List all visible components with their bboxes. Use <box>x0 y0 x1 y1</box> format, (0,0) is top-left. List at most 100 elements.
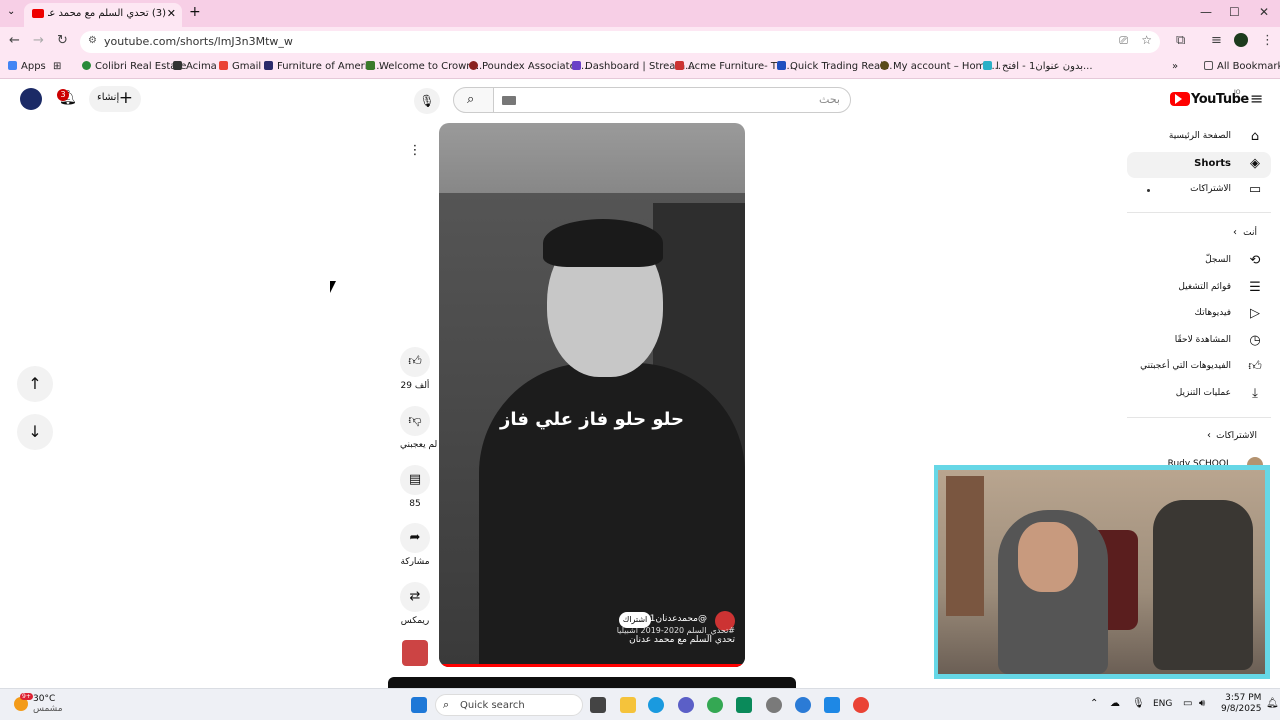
like-action[interactable]: 👍︎ 29 ألف <box>400 347 430 391</box>
remix-action[interactable]: ⇄ ريمكس <box>400 582 430 626</box>
site-info-icon[interactable]: ⚙ <box>88 35 97 46</box>
sidebar-item-history[interactable]: السجلّ ⟲ <box>1127 249 1271 275</box>
tab-close-icon[interactable]: ✕ <box>167 7 176 20</box>
webcam-door <box>946 476 984 616</box>
bookmark-apps[interactable]: Apps <box>8 61 46 72</box>
url-text: youtube.com/shorts/lmJ3n3Mtw_w <box>104 35 293 48</box>
create-button[interactable]: إنشاء + <box>89 86 141 112</box>
shorts-player[interactable]: حلو حلو فاز علي فاز اشتراك @محمدعدنان1 #… <box>439 123 745 667</box>
comment-count: 85 <box>409 499 421 509</box>
share-action[interactable]: ➦ مشاركة <box>400 523 430 567</box>
clock-date: 9/8/2025 <box>1221 704 1262 714</box>
sidebar-item-home[interactable]: الصفحة الرئيسية ⌂ <box>1127 125 1271 151</box>
tab-search-icon[interactable]: ⌄ <box>7 6 15 17</box>
weather-widget[interactable]: 30°C مشمس <box>33 694 63 714</box>
guide-menu-icon[interactable]: ≡ <box>1250 89 1263 108</box>
account-avatar[interactable] <box>20 88 42 110</box>
your-videos-icon: ▷ <box>1250 306 1260 321</box>
discord-icon[interactable] <box>678 697 694 713</box>
sidebar-item-playlists[interactable]: قوائم التشغيل ☰ <box>1127 276 1271 302</box>
maximize-icon[interactable]: ☐ <box>1229 5 1240 19</box>
video-caption: حلو حلو فاز علي فاز <box>500 409 684 430</box>
bookmark-item[interactable]: Furniture of Americ... <box>264 61 383 72</box>
dislike-action[interactable]: 👎︎ لم يعجبني <box>400 406 438 450</box>
bookmark-item[interactable]: Colibri Real Estate <box>82 61 186 72</box>
sidebar-item-watch-later[interactable]: المشاهدة لاحقًا ◷ <box>1127 329 1271 355</box>
video-title[interactable]: تحدي السلم مع محمد عدنان <box>629 635 735 645</box>
address-bar[interactable]: ⚙ youtube.com/shorts/lmJ3n3Mtw_w ⎚ ☆ <box>80 31 1160 53</box>
bookmarks-overflow-icon[interactable]: » <box>1172 61 1178 72</box>
sidebar-item-liked[interactable]: الفيديوهات التي أعجبتني 👍︎ <box>1127 355 1271 381</box>
dislike-label: لم يعجبني <box>400 440 438 450</box>
settings-icon[interactable] <box>766 697 782 713</box>
arrow-up-icon: ↑ <box>28 374 42 393</box>
sidebar-item-your-videos[interactable]: فيديوهاتك ▷ <box>1127 302 1271 328</box>
previous-short-button[interactable]: ↑ <box>17 366 53 402</box>
channel-handle[interactable]: @محمدعدنان1 <box>650 614 707 624</box>
edge-icon[interactable] <box>648 697 664 713</box>
forward-icon[interactable]: → <box>33 33 44 48</box>
bookmark-item[interactable]: Acima <box>173 61 217 72</box>
thumbs-down-icon[interactable]: 👎︎ <box>400 406 430 436</box>
profile-avatar[interactable] <box>1234 33 1248 47</box>
sidebar-section-subscriptions[interactable]: الاشتراكات ‹ <box>1127 425 1271 451</box>
sidebar-item-label: فيديوهاتك <box>1194 308 1231 318</box>
chrome-icon[interactable] <box>707 697 723 713</box>
sidebar-item-shorts[interactable]: Shorts ◈ <box>1127 152 1271 178</box>
comment-icon[interactable]: ▤ <box>400 465 430 495</box>
mic-icon[interactable]: 🎙︎ <box>414 88 440 114</box>
reload-icon[interactable]: ↻ <box>57 33 68 48</box>
install-app-icon[interactable]: ⎚ <box>1119 34 1128 48</box>
photos-icon[interactable] <box>824 697 840 713</box>
extensions-icon[interactable]: ⧉ <box>1176 33 1185 48</box>
language-indicator[interactable]: ENG <box>1153 699 1172 709</box>
thumbs-up-icon[interactable]: 👍︎ <box>400 347 430 377</box>
notifications-icon[interactable]: 🔔︎ <box>1266 698 1279 709</box>
bookmark-star-icon[interactable]: ☆ <box>1141 33 1152 47</box>
app-icon[interactable] <box>736 697 752 713</box>
search-input[interactable]: بحث <box>493 87 851 113</box>
all-bookmarks[interactable]: All Bookmarks <box>1204 61 1280 72</box>
new-tab-icon[interactable]: + <box>189 4 201 20</box>
window-close-icon[interactable]: ✕ <box>1259 5 1269 19</box>
home-icon: ⌂ <box>1250 129 1260 144</box>
mic-tray-icon[interactable]: 🎙︎ <box>1132 698 1145 709</box>
back-icon[interactable]: ← <box>9 33 20 48</box>
task-view-icon[interactable] <box>590 697 606 713</box>
system-clock[interactable]: 3:57 PM 9/8/2025 <box>1221 693 1261 715</box>
sidebar-item-subscriptions[interactable]: الاشتراكات ▭ <box>1127 178 1271 204</box>
tab-active[interactable]: (3) تحدي السلم مع محمد عدنان ✕ <box>24 3 182 27</box>
sidebar-item-downloads[interactable]: عمليات التنزيل ⤓ <box>1127 382 1271 408</box>
remix-icon[interactable]: ⇄ <box>400 582 430 612</box>
sound-thumbnail[interactable] <box>402 640 428 666</box>
progress-bar[interactable] <box>439 664 745 667</box>
chrome-active-icon[interactable] <box>853 697 869 713</box>
bookmark-item[interactable]: Acme Furniture- Th... <box>675 61 793 72</box>
cloud-icon[interactable]: ☁ <box>1110 698 1120 709</box>
browser-icon[interactable] <box>795 697 811 713</box>
taskbar-search[interactable]: ⌕ Quick search <box>435 694 583 716</box>
media-icon[interactable]: ≡ <box>1211 33 1222 48</box>
network-icon[interactable]: ▭ <box>1183 698 1192 709</box>
bookmark-item[interactable]: Gmail <box>219 61 261 72</box>
keyboard-icon[interactable] <box>502 96 516 105</box>
search-button[interactable]: ⌕ <box>453 87 494 113</box>
windows-start-icon[interactable] <box>411 697 427 713</box>
bookmark-item[interactable]: Quick Trading Real... <box>777 61 892 72</box>
comments-action[interactable]: ▤ 85 <box>400 465 430 509</box>
volume-icon[interactable]: 🔊︎ <box>1199 698 1205 709</box>
tray-overflow-icon[interactable]: ⌃ <box>1090 698 1098 709</box>
share-icon[interactable]: ➦ <box>400 523 430 553</box>
next-short-button[interactable]: ↓ <box>17 414 53 450</box>
new-content-dot <box>1147 189 1150 192</box>
clock-time: 3:57 PM <box>1225 693 1262 703</box>
minimize-icon[interactable]: — <box>1200 5 1212 19</box>
menu-kebab-icon[interactable]: ⋮ <box>1261 33 1274 48</box>
grid-icon[interactable]: ⊞ <box>53 61 61 72</box>
bookmark-item[interactable]: بدون عنوان1 - افتح ا... <box>983 61 1093 72</box>
sidebar-section-you[interactable]: أنت ‹ <box>1127 222 1271 248</box>
bookmark-item[interactable]: Welcome to Crown... <box>366 61 482 72</box>
more-options-icon[interactable]: ⋮ <box>400 136 430 166</box>
file-explorer-icon[interactable] <box>620 697 636 713</box>
sidebar-item-label: عمليات التنزيل <box>1175 388 1231 398</box>
